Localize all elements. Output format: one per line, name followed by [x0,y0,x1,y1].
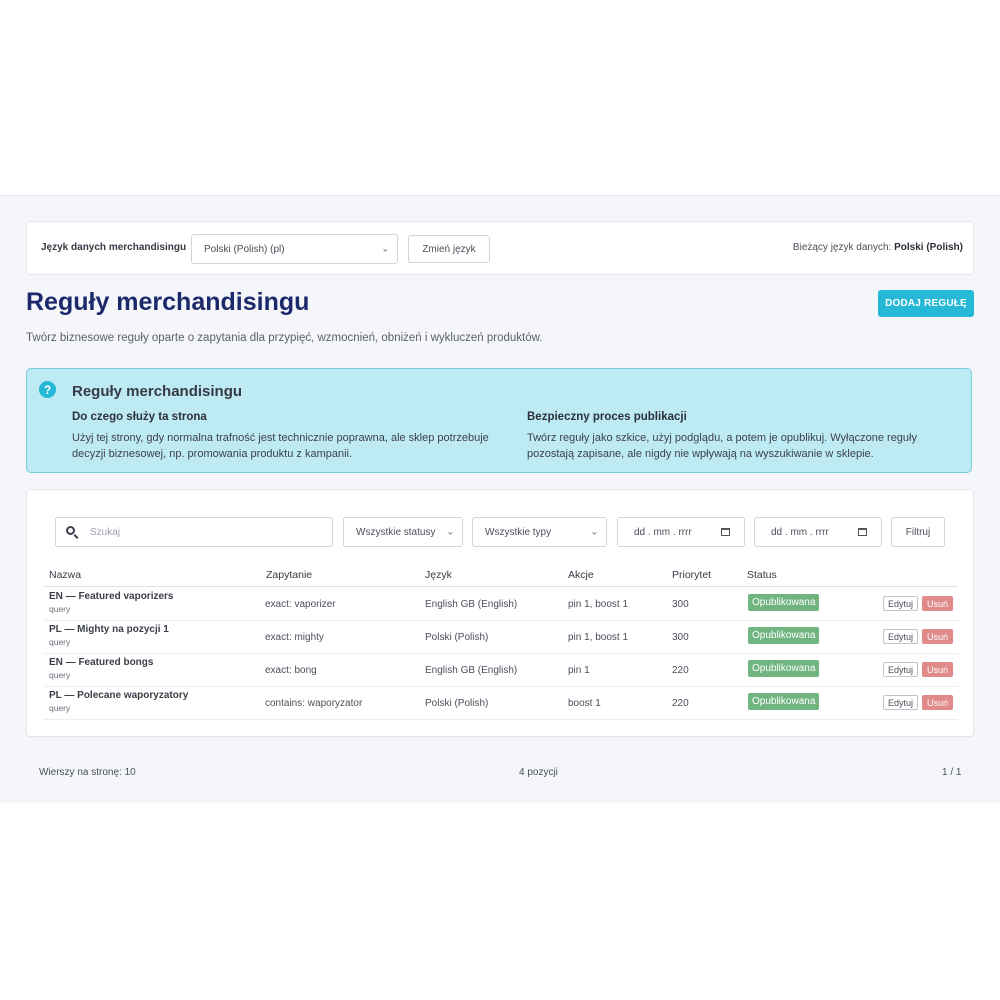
items-count: 4 pozycji [519,767,558,778]
current-language-prefix: Bieżący język danych: [792,242,892,253]
table-row: PL — Polecane waporyzatory query contain… [43,686,958,720]
search-icon [66,526,75,535]
edit-button[interactable]: Edytuj [883,662,918,677]
date-from-input[interactable]: dd . mm . rrrr [617,517,745,547]
page-subtitle: Twórz biznesowe reguły oparte o zapytani… [26,332,543,344]
calendar-icon [858,528,867,536]
rule-name: EN — Featured vaporizers [49,591,174,602]
rule-query: exact: mighty [265,632,324,643]
calendar-icon [721,528,730,536]
info-col1-text: Użyj tej strony, gdy normalna trafność j… [72,432,489,460]
date-to-input[interactable]: dd . mm . rrrr [754,517,882,547]
rows-per-page[interactable]: Wierszy na stronę: 10 [39,767,136,778]
info-title: Reguły merchandisingu [72,383,243,400]
rule-query: exact: vaporizer [265,599,336,610]
status-badge: Opublikowana [748,693,820,710]
info-box: ? Reguły merchandisingu Do czego służy t… [26,368,972,473]
current-language-value: Polski (Polish) [894,242,963,253]
edit-button[interactable]: Edytuj [883,629,918,644]
rule-name: EN — Featured bongs [49,657,154,668]
edit-button[interactable]: Edytuj [883,596,918,611]
rule-type: query [49,670,71,680]
status-filter-value: Wszystkie statusy [356,526,436,538]
question-icon: ? [39,381,56,398]
column-header-query[interactable]: Zapytanie [266,569,312,581]
delete-button[interactable]: Usuń [922,596,953,611]
column-header-name[interactable]: Nazwa [49,569,81,581]
edit-button[interactable]: Edytuj [883,695,918,710]
search-input[interactable]: Szukaj [55,517,333,547]
rule-name: PL — Mighty na pozycji 1 [49,624,169,635]
delete-button[interactable]: Usuń [922,629,953,644]
delete-button[interactable]: Usuń [922,662,953,677]
info-col2-heading: Bezpieczny proces publikacji [527,411,687,423]
language-bar: Język danych merchandisingu Polski (Poli… [26,221,974,275]
rule-language: English GB (English) [425,599,518,610]
status-badge: Opublikowana [748,594,820,611]
rule-language: English GB (English) [425,665,518,676]
column-header-actions[interactable]: Akcje [568,569,594,581]
change-language-button[interactable]: Zmień język [408,235,490,263]
rule-query: exact: bong [265,665,317,676]
column-header-priority[interactable]: Priorytet [672,569,711,581]
rule-language: Polski (Polish) [425,698,489,709]
add-rule-button[interactable]: DODAJ REGUŁĘ [878,290,974,317]
pagination[interactable]: 1 / 1 [942,767,961,778]
filter-button[interactable]: Filtruj [891,517,945,547]
info-col1-heading: Do czego służy ta strona [72,411,207,423]
rule-priority: 300 [672,632,689,643]
info-col2-text: Twórz reguły jako szkice, użyj podglądu,… [527,432,917,460]
language-label: Język danych merchandisingu [41,242,187,253]
language-select[interactable]: Polski (Polish) (pl) ⌄ [191,234,398,264]
chevron-down-icon: ⌄ [446,526,454,537]
rule-type: query [49,604,71,614]
column-header-language[interactable]: Język [425,569,452,581]
rule-priority: 220 [672,665,689,676]
current-language: Bieżący język danych: Polski (Polish) [793,242,963,253]
date-to-placeholder: dd . mm . rrrr [771,526,829,538]
table-row: EN — Featured bongs query exact: bong En… [43,653,958,687]
rule-name: PL — Polecane waporyzatory [49,690,189,701]
rule-actions: pin 1, boost 1 [568,632,629,643]
rule-actions: pin 1, boost 1 [568,599,629,610]
type-filter-select[interactable]: Wszystkie typy ⌄ [472,517,607,547]
page-title: Reguły merchandisingu [26,288,310,316]
rule-query: contains: waporyzator [265,698,363,709]
rule-actions: boost 1 [568,698,601,709]
column-header-status[interactable]: Status [747,569,777,581]
type-filter-value: Wszystkie typy [485,526,552,538]
search-placeholder: Szukaj [90,527,121,538]
app-area: Język danych merchandisingu Polski (Poli… [0,195,1000,803]
table-row: EN — Featured vaporizers query exact: va… [43,587,958,621]
rule-language: Polski (Polish) [425,632,489,643]
status-badge: Opublikowana [748,627,820,644]
delete-button[interactable]: Usuń [922,695,953,710]
rule-type: query [49,637,71,647]
status-badge: Opublikowana [748,660,820,677]
rule-priority: 220 [672,698,689,709]
chevron-down-icon: ⌄ [381,243,389,254]
rules-table-card: Szukaj Wszystkie statusy ⌄ Wszystkie typ… [26,489,974,737]
chevron-down-icon: ⌄ [590,526,598,537]
language-select-value: Polski (Polish) (pl) [204,243,285,255]
status-filter-select[interactable]: Wszystkie statusy ⌄ [343,517,463,547]
table-row: PL — Mighty na pozycji 1 query exact: mi… [43,620,958,654]
rule-priority: 300 [672,599,689,610]
rule-actions: pin 1 [568,665,590,676]
rule-type: query [49,703,71,713]
date-from-placeholder: dd . mm . rrrr [634,526,692,538]
